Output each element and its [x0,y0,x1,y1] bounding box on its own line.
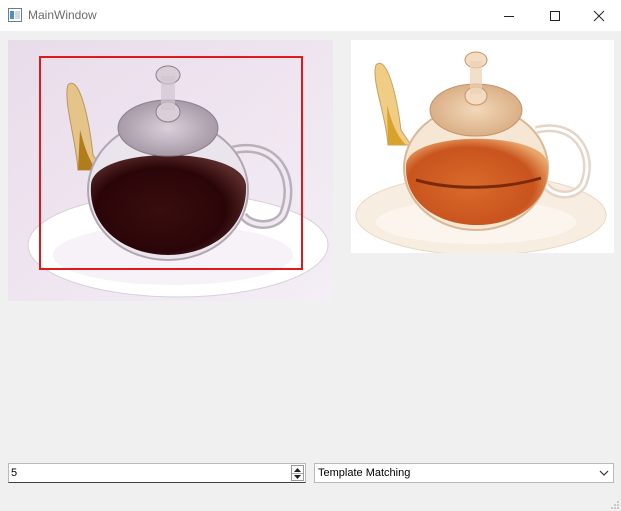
minimize-button[interactable] [486,0,532,31]
resize-grip-icon[interactable] [611,501,619,509]
close-icon [593,10,605,21]
app-icon [8,8,22,22]
spinbox[interactable] [8,463,306,483]
template-image [351,40,614,253]
maximize-button[interactable] [532,0,578,31]
title-bar: MainWindow [0,0,621,31]
window-title: MainWindow [28,8,97,22]
spin-down-button[interactable] [292,473,303,480]
chevron-down-icon [294,474,301,479]
method-select[interactable]: Template Matching [314,463,614,483]
minimize-icon [504,15,514,17]
close-button[interactable] [576,0,621,31]
roi-rectangle[interactable] [39,56,303,270]
spinbox-input[interactable] [11,465,289,481]
chevron-down-icon [599,470,609,476]
method-select-value: Template Matching [318,467,411,479]
spinbox-buttons[interactable] [291,465,304,481]
chevron-up-icon [294,467,301,472]
maximize-icon [550,10,560,21]
